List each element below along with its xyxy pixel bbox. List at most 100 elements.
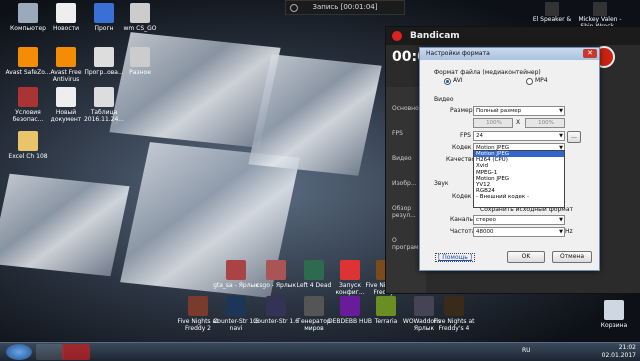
dialog-titlebar: Настройки формата ✕ [420, 48, 599, 60]
desktop-icon[interactable]: Five Nights at Freddy's 4 [430, 296, 478, 332]
tray-date: 02.01.2017 [601, 352, 636, 359]
rate-unit: Hz [565, 228, 573, 235]
explorer-taskbar-icon[interactable] [36, 344, 64, 360]
audio-codec-label: Кодек [452, 193, 472, 200]
app-icon [444, 296, 464, 316]
icon-label: Корзина [600, 322, 628, 329]
tray-time: 21:02 [618, 344, 636, 351]
icon-label: Таблица 2016.11.24... [83, 109, 125, 123]
chevron-down-icon: ▼ [559, 217, 563, 223]
desktop-icon[interactable]: wm CS_GO [116, 3, 164, 32]
dialog-title: Настройки формата [426, 50, 490, 57]
icon-label: Новости [52, 25, 80, 32]
size-select[interactable]: Полный размер ▼ [473, 106, 565, 116]
icon-label: Компьютер [10, 25, 46, 32]
app-icon [94, 3, 114, 23]
chevron-down-icon: ▼ [559, 133, 563, 139]
width-input[interactable]: 100% [473, 118, 513, 128]
recycle-bin-icon [604, 300, 624, 320]
app-icon [18, 47, 38, 67]
icon-label: Новый документ [50, 109, 82, 123]
rate-value: 48000 [476, 229, 494, 235]
size-value: Полный размер [476, 108, 522, 114]
start-button[interactable] [6, 344, 32, 360]
icon-label: Five Nights at Freddy's 4 [433, 318, 475, 332]
mp4-radio[interactable] [526, 78, 533, 85]
channels-select[interactable]: стерео ▼ [473, 215, 565, 225]
music-file-icon [545, 2, 559, 16]
rate-label: Частота [450, 228, 476, 235]
app-icon [56, 47, 76, 67]
channels-label: Каналы [450, 216, 475, 223]
bandicam-logo-icon [392, 31, 402, 41]
bandicam-taskbar-icon[interactable] [62, 344, 90, 360]
app-icon [130, 3, 150, 23]
bandicam-titlebar: Bandicam [386, 27, 640, 45]
fps-more-button[interactable]: ... [567, 131, 581, 143]
chevron-down-icon: ▼ [559, 108, 563, 114]
bandicam-title: Bandicam [410, 31, 460, 41]
rate-select[interactable]: 48000 ▼ [473, 227, 565, 237]
cancel-button[interactable]: Отмена [552, 251, 592, 263]
app-icon [376, 296, 396, 316]
icon-label: Прогн [94, 25, 114, 32]
codec-dropdown-list: Motion JPEG H264 (CPU) Xvid MPEG-1 Motio… [473, 150, 565, 208]
recording-title: Запись [00:01:04] [312, 3, 378, 11]
chevron-down-icon: ▼ [559, 229, 563, 235]
size-label: Размер [450, 107, 473, 114]
app-icon [266, 260, 286, 280]
close-button[interactable]: ✕ [583, 49, 597, 58]
ok-button[interactable]: OK [507, 251, 545, 263]
audio-section-label: Звук [434, 180, 449, 187]
app-icon [304, 260, 324, 280]
record-indicator-icon [290, 4, 298, 12]
app-icon [226, 260, 246, 280]
channels-value: стерео [476, 217, 496, 223]
tray-clock[interactable]: 21:02 02.01.2017 [602, 344, 636, 360]
app-icon [56, 87, 76, 107]
size-x-label: X [516, 119, 521, 126]
mp4-label: MP4 [535, 77, 548, 84]
icon-label: Excel Ch 108 [8, 153, 48, 160]
app-icon [188, 296, 208, 316]
icon-label: Terraria [374, 318, 398, 325]
fps-value: 24 [476, 133, 483, 139]
app-icon [94, 87, 114, 107]
icon-label: Avast Free Antivirus [50, 69, 82, 83]
help-link[interactable]: [ Помощь ] [435, 253, 476, 262]
quality-label: Качество [446, 156, 476, 163]
height-input[interactable]: 100% [525, 118, 565, 128]
container-label: Формат файла (медиаконтейнер) [434, 69, 541, 76]
app-icon [304, 296, 324, 316]
windows-logo-tile [248, 54, 382, 176]
fps-select[interactable]: 24 ▼ [473, 131, 565, 141]
fps-label: FPS [460, 132, 471, 139]
codec-option[interactable]: - Внешний кодек - [474, 194, 564, 200]
video-section-label: Видео [434, 96, 454, 103]
music-file-icon [593, 2, 607, 16]
app-icon [226, 296, 246, 316]
app-icon [266, 296, 286, 316]
icon-label: Запуск конфиг... [335, 282, 365, 296]
app-icon [340, 260, 360, 280]
app-icon [340, 296, 360, 316]
codec-label: Кодек [452, 144, 472, 151]
avi-radio[interactable] [444, 78, 451, 85]
icon-label: wm CS_GO [123, 25, 157, 32]
desktop-icon[interactable]: Корзина [590, 300, 638, 329]
app-icon [18, 131, 38, 151]
desktop-icon[interactable]: Таблица 2016.11.24... [80, 87, 128, 123]
app-icon [94, 47, 114, 67]
windows-logo-tile [0, 173, 130, 277]
app-icon [18, 3, 38, 23]
language-indicator[interactable]: RU [522, 347, 531, 354]
icon-label: Разное [129, 69, 151, 76]
icon-label: Условия безопас... [12, 109, 44, 123]
desktop-icon[interactable]: Разное [116, 47, 164, 76]
app-icon [56, 3, 76, 23]
taskbar: 21:02 02.01.2017 [0, 342, 640, 361]
avi-label: AVI [453, 77, 463, 84]
app-icon [18, 87, 38, 107]
desktop-icon[interactable]: Excel Ch 108 [4, 131, 52, 160]
recording-bar: Запись [00:01:04] [285, 0, 405, 15]
